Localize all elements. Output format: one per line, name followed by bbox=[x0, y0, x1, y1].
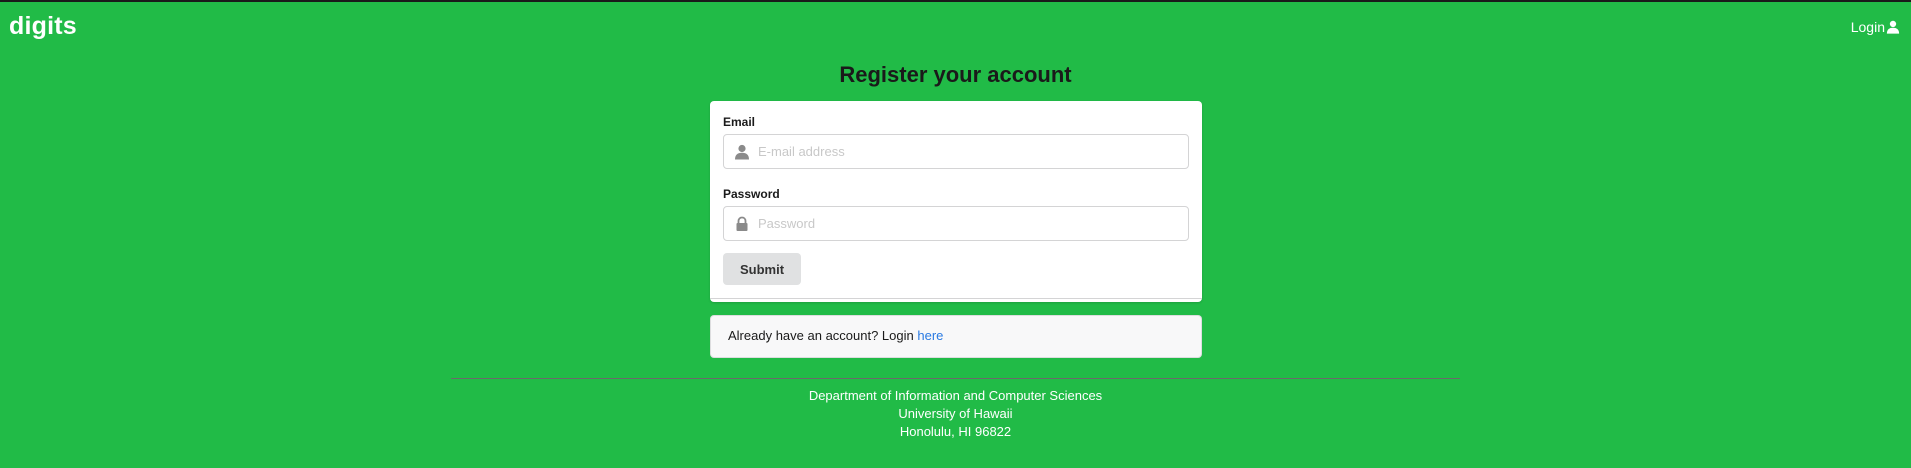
page-title: Register your account bbox=[839, 62, 1072, 87]
login-dropdown[interactable]: Login bbox=[1851, 19, 1900, 35]
login-label: Login bbox=[1850, 19, 1885, 35]
password-field-wrapper bbox=[723, 206, 1189, 241]
footer: Department of Information and Computer S… bbox=[0, 387, 1911, 441]
email-label: Email bbox=[723, 115, 756, 129]
login-message-text: Already have an account? Login bbox=[728, 328, 918, 343]
login-here-link[interactable]: here bbox=[917, 328, 943, 343]
footer-address: Honolulu, HI 96822 bbox=[899, 424, 1012, 439]
footer-divider bbox=[451, 378, 1460, 379]
brand-logo-link[interactable]: digits bbox=[9, 12, 77, 41]
email-input[interactable] bbox=[724, 135, 1188, 168]
password-label: Password bbox=[723, 187, 780, 201]
password-input[interactable] bbox=[724, 207, 1188, 240]
footer-university: University of Hawaii bbox=[898, 406, 1013, 421]
navbar: digits Login bbox=[0, 2, 1911, 54]
email-field-wrapper bbox=[723, 134, 1189, 169]
user-icon bbox=[1886, 20, 1900, 34]
register-form: Email Password Submit bbox=[710, 101, 1202, 302]
submit-button[interactable]: Submit bbox=[723, 253, 801, 285]
login-message: Already have an account? Login here bbox=[710, 315, 1202, 358]
footer-department: Department of Information and Computer S… bbox=[808, 388, 1103, 403]
